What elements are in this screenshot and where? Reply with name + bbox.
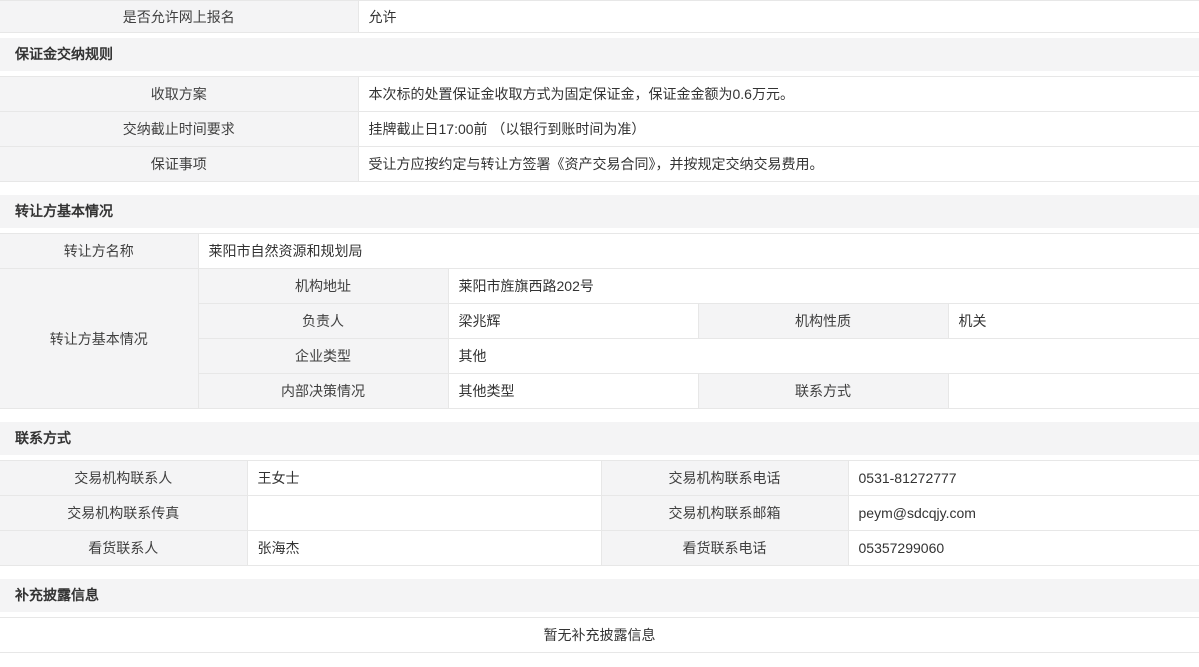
- table-row: 交纳截止时间要求 挂牌截止日17:00前 （以银行到账时间为准）: [0, 112, 1199, 147]
- group-label-transferor-basic-info: 转让方基本情况: [0, 269, 198, 409]
- field-value-internal-decision: 其他类型: [448, 374, 698, 409]
- table-row: 交易机构联系传真 交易机构联系邮箱 peym@sdcqjy.com: [0, 496, 1199, 531]
- section-header-transferor-info: 转让方基本情况: [0, 195, 1199, 228]
- field-value-contact-method: [948, 374, 1199, 409]
- transferor-info-table: 转让方名称 莱阳市自然资源和规划局 转让方基本情况 机构地址 莱阳市旌旗西路20…: [0, 233, 1199, 409]
- field-value-agency-contact-person: 王女士: [247, 461, 601, 496]
- field-label-org-address: 机构地址: [198, 269, 448, 304]
- field-value-agency-contact-phone: 0531-81272777: [848, 461, 1199, 496]
- field-label-guarantee-items: 保证事项: [0, 147, 358, 182]
- online-registration-table: 是否允许网上报名 允许: [0, 0, 1199, 33]
- table-row: 转让方基本情况 机构地址 莱阳市旌旗西路202号: [0, 269, 1199, 304]
- table-row: 是否允许网上报名 允许: [0, 1, 1199, 33]
- field-label-agency-contact-phone: 交易机构联系电话: [601, 461, 848, 496]
- field-label-principal: 负责人: [198, 304, 448, 339]
- field-label-internal-decision: 内部决策情况: [198, 374, 448, 409]
- field-value-org-nature: 机关: [948, 304, 1199, 339]
- table-row: 交易机构联系人 王女士 交易机构联系电话 0531-81272777: [0, 461, 1199, 496]
- deposit-rules-table: 收取方案 本次标的处置保证金收取方式为固定保证金，保证金金额为0.6万元。 交纳…: [0, 76, 1199, 182]
- supplementary-disclosure-empty-text: 暂无补充披露信息: [0, 618, 1199, 653]
- field-value-org-address: 莱阳市旌旗西路202号: [448, 269, 1199, 304]
- table-row: 暂无补充披露信息: [0, 618, 1199, 653]
- field-label-transferor-name: 转让方名称: [0, 234, 198, 269]
- field-value-inspection-contact-phone: 05357299060: [848, 531, 1199, 566]
- section-header-supplementary-disclosure: 补充披露信息: [0, 579, 1199, 612]
- field-label-agency-contact-email: 交易机构联系邮箱: [601, 496, 848, 531]
- field-value-principal: 梁兆辉: [448, 304, 698, 339]
- field-value-agency-contact-fax: [247, 496, 601, 531]
- field-value-guarantee-items: 受让方应按约定与转让方签署《资产交易合同》，并按规定交纳交易费用。: [358, 147, 1199, 182]
- field-label-collection-plan: 收取方案: [0, 77, 358, 112]
- field-label-inspection-contact-person: 看货联系人: [0, 531, 247, 566]
- field-label-enterprise-type: 企业类型: [198, 339, 448, 374]
- field-value-online-registration: 允许: [358, 1, 1199, 33]
- asset-disclosure-page: 是否允许网上报名 允许 保证金交纳规则 收取方案 本次标的处置保证金收取方式为固…: [0, 0, 1199, 653]
- field-label-org-nature: 机构性质: [698, 304, 948, 339]
- table-row: 收取方案 本次标的处置保证金收取方式为固定保证金，保证金金额为0.6万元。: [0, 77, 1199, 112]
- section-header-contact: 联系方式: [0, 422, 1199, 455]
- field-label-payment-deadline: 交纳截止时间要求: [0, 112, 358, 147]
- table-row: 看货联系人 张海杰 看货联系电话 05357299060: [0, 531, 1199, 566]
- table-row: 保证事项 受让方应按约定与转让方签署《资产交易合同》，并按规定交纳交易费用。: [0, 147, 1199, 182]
- field-value-enterprise-type: 其他: [448, 339, 1199, 374]
- field-label-inspection-contact-phone: 看货联系电话: [601, 531, 848, 566]
- table-row: 转让方名称 莱阳市自然资源和规划局: [0, 234, 1199, 269]
- field-value-agency-contact-email: peym@sdcqjy.com: [848, 496, 1199, 531]
- field-value-transferor-name: 莱阳市自然资源和规划局: [198, 234, 1199, 269]
- field-value-inspection-contact-person: 张海杰: [247, 531, 601, 566]
- contact-table: 交易机构联系人 王女士 交易机构联系电话 0531-81272777 交易机构联…: [0, 460, 1199, 566]
- field-label-agency-contact-fax: 交易机构联系传真: [0, 496, 247, 531]
- supplementary-disclosure-table: 暂无补充披露信息: [0, 617, 1199, 653]
- field-value-collection-plan: 本次标的处置保证金收取方式为固定保证金，保证金金额为0.6万元。: [358, 77, 1199, 112]
- field-label-agency-contact-person: 交易机构联系人: [0, 461, 247, 496]
- field-label-contact-method: 联系方式: [698, 374, 948, 409]
- section-header-deposit-rules: 保证金交纳规则: [0, 38, 1199, 71]
- field-value-payment-deadline: 挂牌截止日17:00前 （以银行到账时间为准）: [358, 112, 1199, 147]
- field-label-online-registration: 是否允许网上报名: [0, 1, 358, 33]
